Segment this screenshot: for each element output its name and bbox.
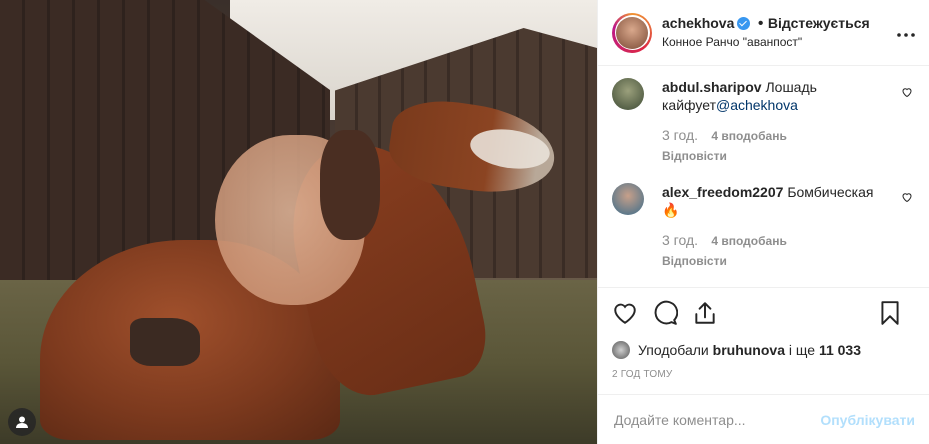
comment-bubble-icon[interactable] <box>652 300 678 326</box>
comment-likes[interactable]: 4 вподобань <box>711 234 786 248</box>
author-info: achekhova • Відстежується Конное Ранчо "… <box>662 14 870 51</box>
comment-input[interactable] <box>612 410 816 429</box>
follow-status-button[interactable]: Відстежується <box>768 15 870 31</box>
like-heart-icon[interactable] <box>612 300 638 326</box>
liked-by: Уподобали bruhunova і ще 11 033 <box>598 337 929 363</box>
commenter-avatar[interactable] <box>612 183 644 215</box>
photo-rider-hair <box>320 130 380 240</box>
author-avatar[interactable] <box>612 12 652 53</box>
post-side-panel: achekhova • Відстежується Конное Ранчо "… <box>597 0 929 444</box>
liked-by-user[interactable]: bruhunova <box>713 342 785 358</box>
comment-like-heart-icon[interactable] <box>901 191 913 203</box>
share-icon[interactable] <box>692 300 718 326</box>
comment-text: Бомбическая <box>787 184 874 200</box>
publish-button[interactable]: Опублікувати <box>820 412 915 428</box>
user-icon <box>16 416 28 428</box>
comment-item: alex_freedom2207 Бомбическая 🔥 3 год. 4 … <box>612 183 915 270</box>
comment-like-heart-icon[interactable] <box>901 86 913 98</box>
add-comment-bar: Опублікувати <box>598 394 929 444</box>
reply-button[interactable]: Відповісти <box>662 252 882 270</box>
liker-avatar[interactable] <box>612 341 630 359</box>
author-avatar-image <box>616 16 648 49</box>
likes-count[interactable]: 11 033 <box>819 342 861 358</box>
post-header: achekhova • Відстежується Конное Ранчо "… <box>598 0 929 66</box>
reply-button[interactable]: Відповісти <box>662 147 882 165</box>
verified-badge-icon <box>737 17 751 30</box>
bookmark-icon[interactable] <box>877 300 903 326</box>
comment-time[interactable]: 3 год. <box>662 127 698 143</box>
photo-boot <box>130 318 200 366</box>
post-location[interactable]: Конное Ранчо "аванпост" <box>662 33 870 51</box>
liked-by-suffix: і ще <box>788 342 816 358</box>
fire-emoji: 🔥 <box>662 202 680 218</box>
more-options-icon[interactable] <box>897 24 915 42</box>
comment-time[interactable]: 3 год. <box>662 232 698 248</box>
comment-username[interactable]: alex_freedom2207 <box>662 184 783 200</box>
post-actions <box>598 287 929 337</box>
post-timestamp[interactable]: 2 ГОД ТОМУ <box>598 363 929 394</box>
liked-by-prefix: Уподобали <box>638 342 709 358</box>
comment-likes[interactable]: 4 вподобань <box>711 129 786 143</box>
instagram-post: achekhova • Відстежується Конное Ранчо "… <box>0 0 929 444</box>
post-photo[interactable] <box>0 0 597 444</box>
commenter-avatar[interactable] <box>612 78 644 110</box>
tagged-user-badge[interactable] <box>8 408 36 436</box>
comments-list[interactable]: abdul.sharipov Лошадь кайфует@achekhova … <box>598 66 929 287</box>
header-separator: • <box>757 15 764 32</box>
comment-item: abdul.sharipov Лошадь кайфует@achekhova … <box>612 78 915 165</box>
author-username[interactable]: achekhova <box>662 15 734 31</box>
comment-username[interactable]: abdul.sharipov <box>662 79 762 95</box>
comment-mention-link[interactable]: @achekhova <box>716 97 798 113</box>
